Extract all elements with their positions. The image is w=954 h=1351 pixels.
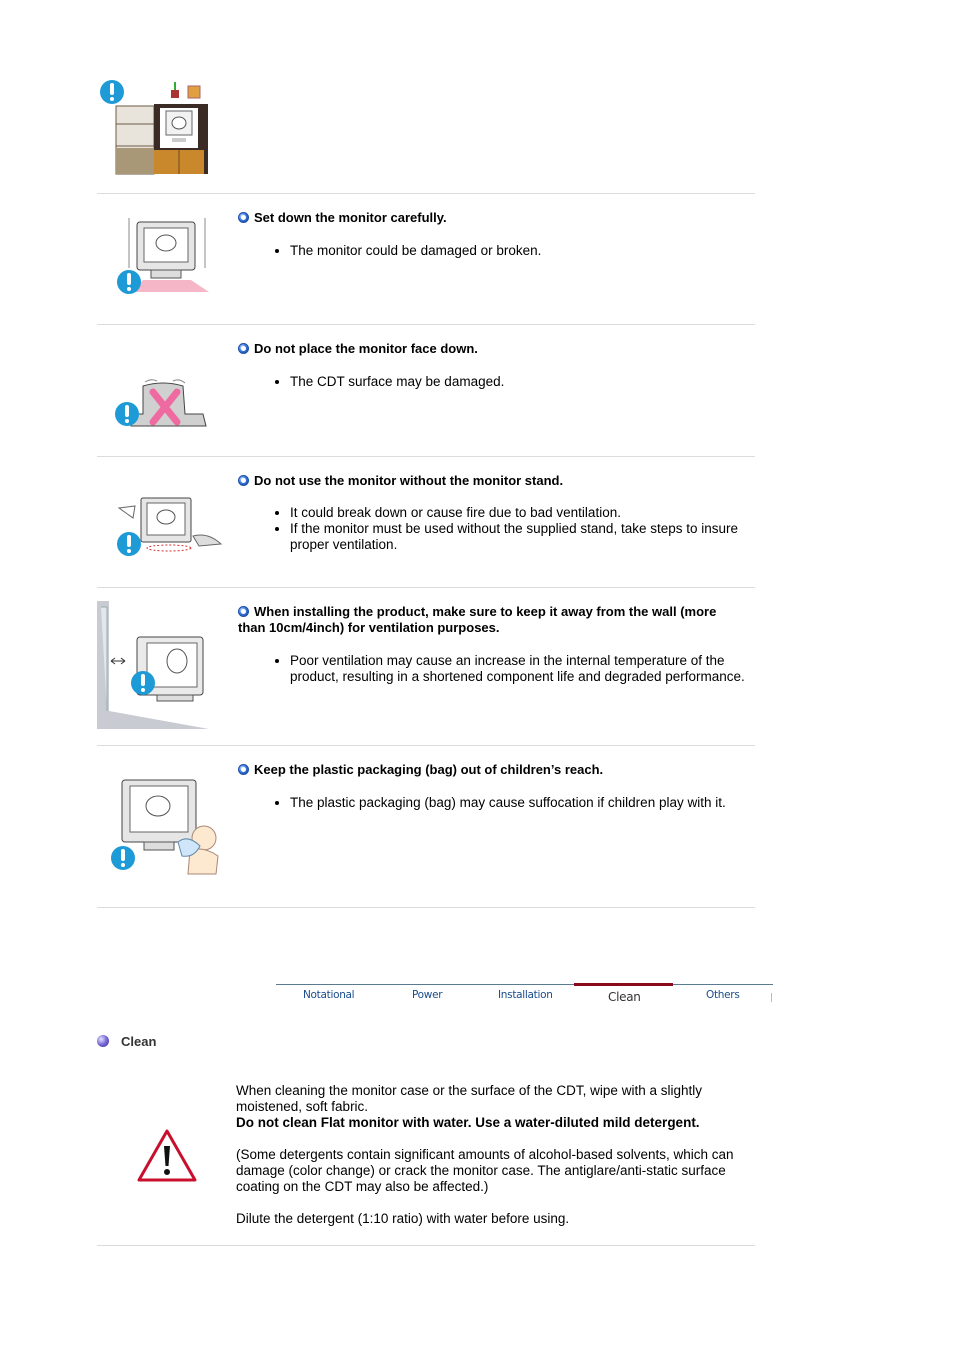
tab-notational[interactable]: Notational — [303, 989, 355, 1001]
blue-bullet-icon — [238, 343, 249, 354]
bullet-list: The CDT surface may be damaged. — [272, 374, 750, 390]
section-tabs: Notational Power Installation Clean Othe… — [276, 983, 773, 1009]
clean-warning-bold: Do not clean Flat monitor with water. Us… — [236, 1115, 700, 1130]
blue-bullet-icon — [238, 212, 249, 223]
bullet-list: The monitor could be damaged or broken. — [272, 243, 750, 259]
section-divider — [97, 193, 755, 194]
purple-orb-icon — [97, 1035, 109, 1047]
clean-paragraph: Dilute the detergent (1:10 ratio) with w… — [236, 1211, 570, 1226]
section-divider — [97, 1245, 755, 1246]
clean-paragraph: (Some detergents contain significant amo… — [236, 1147, 734, 1194]
section-divider — [97, 587, 755, 588]
bullet-list: Poor ventilation may cause an increase i… — [272, 653, 750, 685]
title-text: Set down the monitor carefully. — [254, 210, 447, 225]
section-title: Do not place the monitor face down. — [238, 341, 743, 357]
bullet-list: The plastic packaging (bag) may cause su… — [272, 795, 750, 811]
monitor-without-stand-illustration — [113, 492, 225, 560]
section-divider — [97, 907, 755, 908]
list-item: The CDT surface may be damaged. — [290, 374, 750, 390]
blue-bullet-icon — [238, 764, 249, 775]
section-heading: Clean — [97, 1034, 156, 1049]
clean-paragraph: When cleaning the monitor case or the su… — [236, 1083, 702, 1114]
title-text: When installing the product, make sure t… — [238, 604, 717, 635]
title-text: Do not use the monitor without the monit… — [254, 473, 564, 488]
section-divider — [97, 745, 755, 746]
title-text: Do not place the monitor face down. — [254, 341, 478, 356]
list-item: Poor ventilation may cause an increase i… — [290, 653, 750, 685]
list-item: The plastic packaging (bag) may cause su… — [290, 795, 750, 811]
section-divider — [97, 324, 755, 325]
clean-instructions: When cleaning the monitor case or the su… — [236, 1083, 751, 1227]
heading-text: Clean — [121, 1034, 157, 1049]
tab-installation[interactable]: Installation — [498, 989, 553, 1001]
section-divider — [97, 456, 755, 457]
active-tab-indicator — [574, 983, 673, 986]
blue-bullet-icon — [238, 475, 249, 486]
tab-others[interactable]: Others — [706, 989, 740, 1001]
plastic-bag-child-illustration — [108, 776, 223, 876]
title-text: Keep the plastic packaging (bag) out of … — [254, 762, 604, 777]
list-item: It could break down or cause fire due to… — [290, 505, 750, 521]
section-title: Keep the plastic packaging (bag) out of … — [238, 762, 743, 778]
monitor-set-down-illustration — [113, 208, 223, 300]
tab-clean[interactable]: Clean — [608, 990, 641, 1004]
monitor-face-down-illustration — [113, 378, 208, 430]
caution-triangle-icon — [136, 1128, 198, 1184]
section-title: Set down the monitor carefully. — [238, 210, 743, 226]
list-item: The monitor could be damaged or broken. — [290, 243, 750, 259]
bookshelf-monitor-illustration — [96, 78, 221, 178]
list-item: If the monitor must be used without the … — [290, 521, 750, 553]
bullet-list: It could break down or cause fire due to… — [272, 505, 750, 553]
section-title: When installing the product, make sure t… — [238, 604, 738, 636]
monitor-wall-distance-illustration — [97, 601, 209, 729]
blue-bullet-icon — [238, 606, 249, 617]
tab-power[interactable]: Power — [412, 989, 443, 1001]
tab-separator — [771, 993, 772, 1002]
section-title: Do not use the monitor without the monit… — [238, 473, 743, 489]
